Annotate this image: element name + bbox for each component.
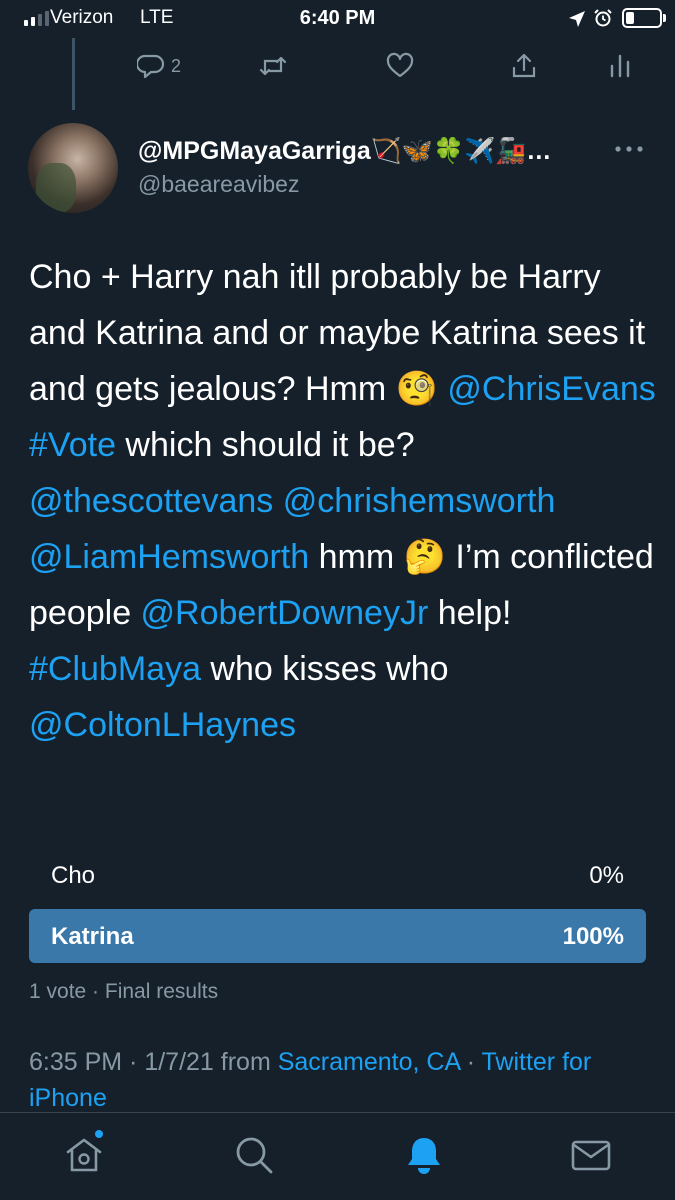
share-button[interactable] (510, 50, 538, 82)
mention-link[interactable]: @thescottevans (29, 482, 273, 520)
analytics-icon (610, 54, 630, 78)
poll-option-label: Katrina (51, 923, 134, 950)
new-content-dot (95, 1130, 103, 1138)
mention-link[interactable]: @LiamHemsworth (29, 538, 309, 576)
retweet-button[interactable] (259, 50, 287, 82)
mention-link[interactable]: @chrishemsworth (283, 482, 556, 520)
poll-summary: 1 vote · Final results (29, 980, 219, 1003)
bell-icon (408, 1138, 440, 1174)
hashtag-link[interactable]: #Vote (29, 426, 116, 464)
mention-link[interactable]: @RobertDowneyJr (141, 594, 429, 632)
location-link[interactable]: Sacramento, CA (278, 1048, 460, 1076)
battery-tip (663, 14, 666, 22)
status-bar: Verizon LTE 6:40 PM (0, 0, 675, 38)
poll-option-percent: 100% (562, 923, 624, 950)
display-name[interactable]: @MPGMayaGarriga🏹🦋🍀✈️🚂… (138, 137, 598, 166)
poll-option-cho: Cho 0% (29, 848, 646, 902)
alarm-icon (594, 9, 612, 27)
mail-icon (571, 1140, 611, 1171)
user-handle[interactable]: @baeareavibez (138, 171, 299, 198)
poll-option-percent: 0% (589, 862, 624, 889)
tweet-text-segment: who kisses who (200, 650, 449, 688)
tweet-text: Cho + Harry nah itll probably be Harry a… (29, 249, 659, 753)
tweet-timestamp: 6:35 PM · 1/7/21 from (29, 1048, 278, 1076)
thread-connector-line (72, 38, 75, 110)
like-button[interactable] (386, 50, 414, 82)
hashtag-link[interactable]: #ClubMaya (29, 650, 201, 688)
share-icon (512, 53, 536, 78)
retweet-icon (259, 56, 287, 76)
tab-messages[interactable] (570, 1134, 612, 1176)
tab-home[interactable] (63, 1134, 105, 1176)
analytics-button[interactable] (606, 50, 634, 82)
avatar[interactable] (28, 123, 118, 213)
tab-notifications[interactable] (403, 1134, 445, 1176)
tab-search[interactable] (233, 1134, 275, 1176)
tweet-meta: 6:35 PM · 1/7/21 from Sacramento, CA · T… (29, 1044, 659, 1116)
tweet-text-segment: which should it be? (115, 426, 415, 464)
reply-button[interactable]: 2 (137, 50, 181, 82)
location-arrow-icon (569, 11, 585, 27)
poll-option-label: Cho (51, 862, 96, 889)
tweet-text-segment: help! (437, 594, 512, 632)
battery-icon (622, 8, 662, 28)
poll-option-katrina: Katrina 100% (29, 909, 646, 963)
meta-separator: · (459, 1048, 482, 1076)
search-icon (236, 1137, 273, 1174)
reply-count: 2 (171, 55, 182, 76)
home-icon (66, 1138, 102, 1172)
mention-link[interactable]: @ChrisEvans (447, 370, 655, 408)
more-icon[interactable] (612, 139, 646, 159)
mention-link[interactable]: @ColtonLHaynes (29, 706, 296, 744)
reply-icon (137, 54, 165, 79)
heart-icon (386, 52, 414, 78)
